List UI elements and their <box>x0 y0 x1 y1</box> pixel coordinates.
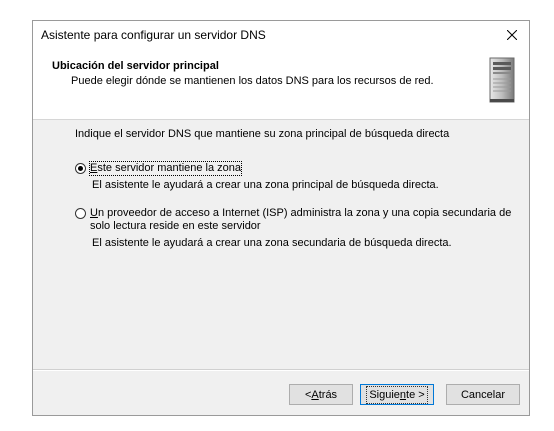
footer-separator <box>33 369 529 371</box>
title-bar: Asistente para configurar un servidor DN… <box>33 21 529 49</box>
option-isp-label[interactable]: Un proveedor de acceso a Internet (ISP) … <box>90 207 511 233</box>
header-panel: Ubicación del servidor principal Puede e… <box>33 49 529 120</box>
close-button[interactable] <box>495 21 529 49</box>
server-icon <box>489 57 515 103</box>
prompt-text: Indique el servidor DNS que mantiene su … <box>75 128 450 140</box>
next-button[interactable]: Siguiente > <box>360 384 434 405</box>
cancel-button[interactable]: Cancelar <box>446 384 520 405</box>
wizard-window: Asistente para configurar un servidor DN… <box>32 20 530 416</box>
back-button[interactable]: < Atrás <box>289 384 353 405</box>
header-title: Ubicación del servidor principal <box>52 60 219 72</box>
option-this-server-description: El asistente le ayudará a crear una zona… <box>92 179 439 191</box>
close-icon <box>507 30 517 40</box>
option-isp-description: El asistente le ayudará a crear una zona… <box>92 237 452 249</box>
header-subtitle: Puede elegir dónde se mantienen los dato… <box>71 75 434 87</box>
option-isp[interactable]: Un proveedor de acceso a Internet (ISP) … <box>75 207 511 233</box>
option-this-server[interactable]: Este servidor mantiene la zona <box>75 161 243 176</box>
window-title: Asistente para configurar un servidor DN… <box>41 28 266 42</box>
radio-isp[interactable] <box>75 208 86 219</box>
option-this-server-label[interactable]: Este servidor mantiene la zona <box>88 161 243 176</box>
radio-this-server[interactable] <box>75 163 86 174</box>
